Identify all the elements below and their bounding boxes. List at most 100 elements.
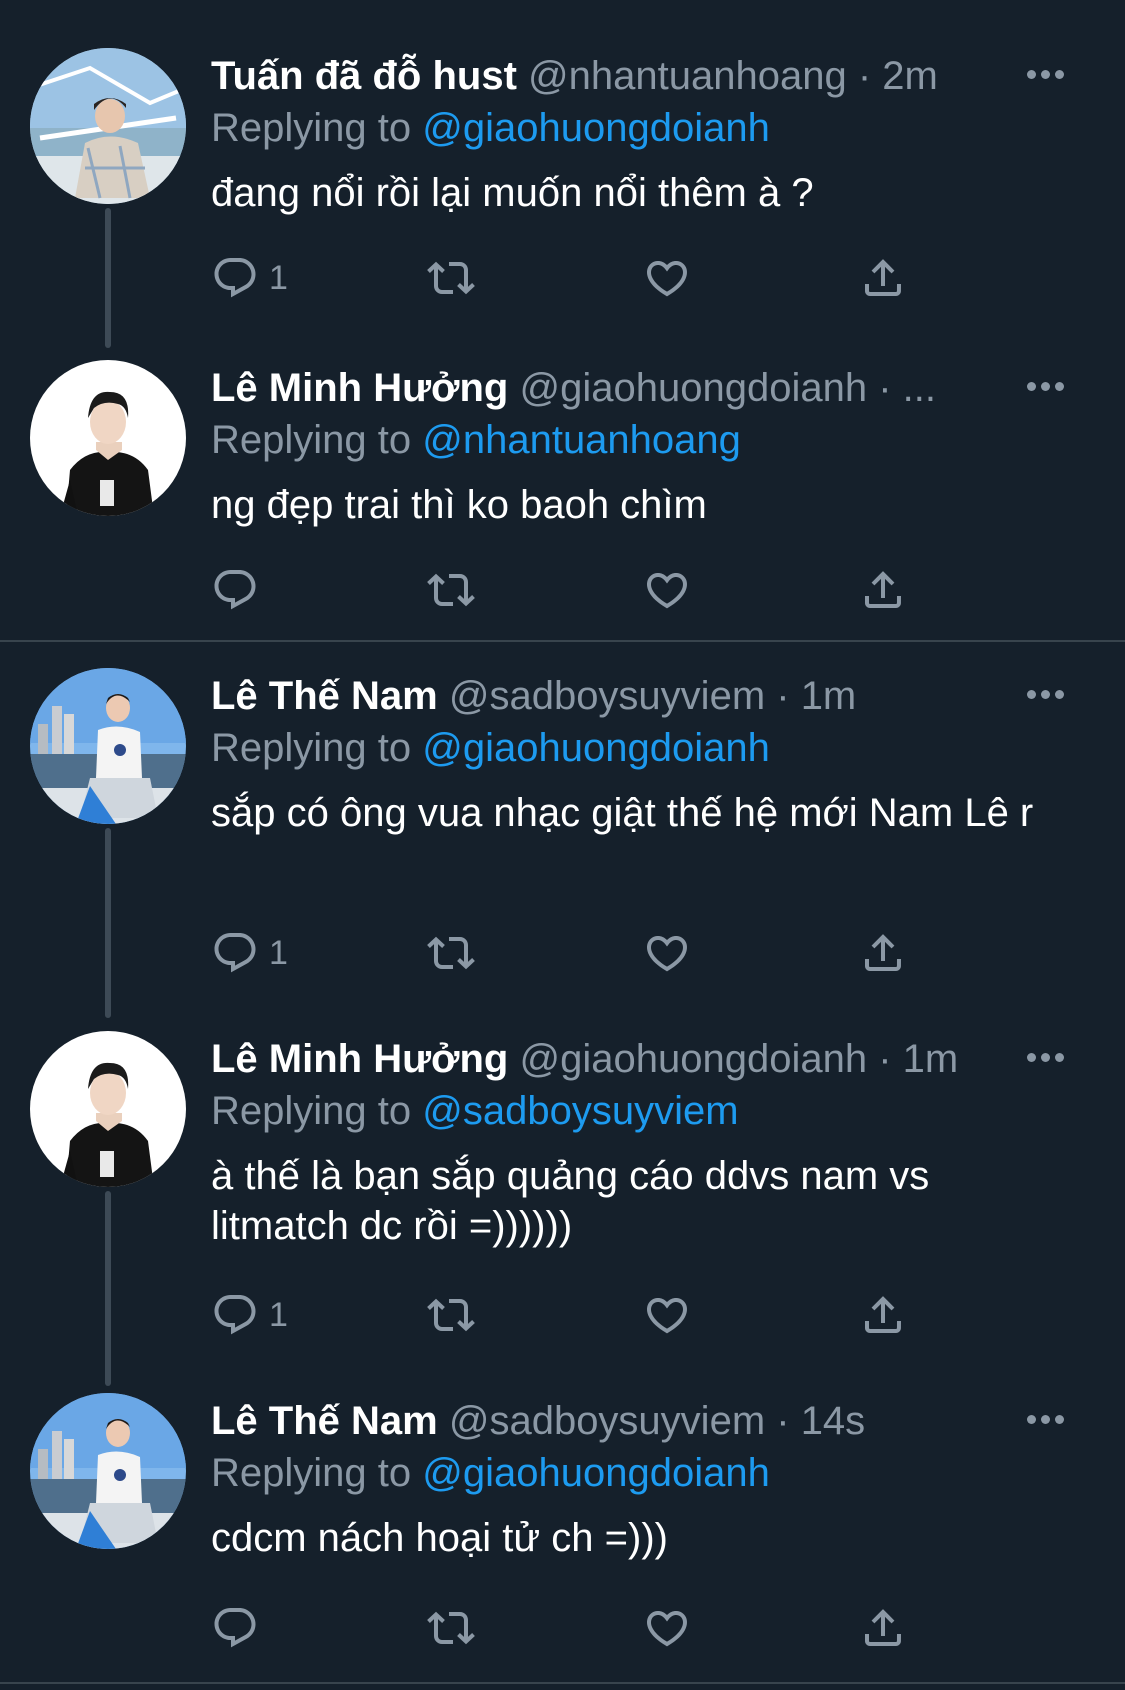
- display-name[interactable]: Lê Thế Nam: [211, 674, 438, 718]
- retweet-button[interactable]: [427, 1285, 475, 1345]
- bottom-separator: [0, 1682, 1125, 1684]
- user-handle[interactable]: @nhantuanhoang: [528, 54, 847, 98]
- tweet[interactable]: Lê Thế Nam @sadboysuyviem · 14s Replying…: [0, 1393, 1125, 1683]
- display-name[interactable]: Lê Thế Nam: [211, 1399, 438, 1443]
- action-bar: [0, 1598, 1125, 1658]
- like-button[interactable]: [643, 560, 691, 620]
- separator-dot: ·: [867, 1037, 903, 1081]
- tweet-text: cdcm nách hoại tử ch =))): [211, 1516, 668, 1560]
- more-icon[interactable]: [1020, 1031, 1070, 1083]
- share-icon: [859, 1604, 907, 1652]
- reply-count: 1: [269, 1295, 288, 1334]
- reply-button[interactable]: 1: [211, 248, 288, 308]
- retweet-icon: [427, 929, 475, 977]
- reply-count: 1: [269, 933, 288, 972]
- replying-to-line: Replying to @giaohuongdoianh: [211, 102, 770, 154]
- user-handle[interactable]: @giaohuongdoianh: [520, 1037, 868, 1081]
- tweet[interactable]: Lê Minh Hưởng @giaohuongdoianh · 1m Repl…: [0, 1031, 1125, 1386]
- replying-to-label: Replying to: [211, 1451, 423, 1495]
- replying-to-label: Replying to: [211, 418, 423, 462]
- like-button[interactable]: [643, 1598, 691, 1658]
- user-handle[interactable]: @sadboysuyviem: [449, 1399, 765, 1443]
- reply-button[interactable]: [211, 1598, 269, 1658]
- avatar[interactable]: [30, 360, 186, 516]
- retweet-icon: [427, 566, 475, 614]
- separator-dot: ·: [765, 1399, 801, 1443]
- mention-link[interactable]: @giaohuongdoianh: [422, 1451, 770, 1495]
- tweet[interactable]: Lê Minh Hưởng @giaohuongdoianh · ... Rep…: [0, 360, 1125, 630]
- avatar[interactable]: [30, 48, 186, 204]
- display-name[interactable]: Lê Minh Hưởng: [211, 1037, 508, 1081]
- retweet-button[interactable]: [427, 923, 475, 983]
- separator-dot: ·: [846, 54, 883, 98]
- action-bar: 1: [0, 923, 1125, 983]
- timestamp[interactable]: 1m: [801, 674, 857, 718]
- tweet-header: Tuấn đã đỗ hust @nhantuanhoang · 2m: [211, 50, 975, 102]
- like-icon: [643, 929, 691, 977]
- like-icon: [643, 566, 691, 614]
- replying-to-line: Replying to @giaohuongdoianh: [211, 1447, 770, 1499]
- replying-to-label: Replying to: [211, 726, 423, 770]
- share-button[interactable]: [859, 1285, 907, 1345]
- action-bar: 1: [0, 1285, 1125, 1345]
- retweet-button[interactable]: [427, 560, 475, 620]
- more-icon[interactable]: [1020, 668, 1070, 720]
- display-name[interactable]: Lê Minh Hưởng: [211, 366, 508, 410]
- replying-to-line: Replying to @giaohuongdoianh: [211, 722, 770, 774]
- more-icon[interactable]: [1020, 360, 1070, 412]
- share-icon: [859, 566, 907, 614]
- conversation-separator: [0, 640, 1125, 642]
- tweet[interactable]: Tuấn đã đỗ hust @nhantuanhoang · 2m Repl…: [0, 48, 1125, 348]
- share-button[interactable]: [859, 1598, 907, 1658]
- share-icon: [859, 1291, 907, 1339]
- tweet-text: à thế là bạn sắp quảng cáo ddvs nam vs l…: [211, 1154, 930, 1248]
- retweet-button[interactable]: [427, 248, 475, 308]
- reply-icon: [211, 1291, 259, 1339]
- like-button[interactable]: [643, 1285, 691, 1345]
- tweet-header: Lê Minh Hưởng @giaohuongdoianh · 1m: [211, 1033, 975, 1085]
- tweet-text: đang nổi rồi lại muốn nổi thêm à ?: [211, 171, 814, 215]
- retweet-icon: [427, 1604, 475, 1652]
- share-icon: [859, 929, 907, 977]
- avatar[interactable]: [30, 1393, 186, 1549]
- tweet-text: ng đẹp trai thì ko baoh chìm: [211, 483, 707, 527]
- avatar[interactable]: [30, 668, 186, 824]
- mention-link[interactable]: @nhantuanhoang: [422, 418, 741, 462]
- reply-button[interactable]: 1: [211, 1285, 288, 1345]
- timestamp[interactable]: 14s: [801, 1399, 866, 1443]
- user-handle[interactable]: @sadboysuyviem: [449, 674, 765, 718]
- display-name[interactable]: Tuấn đã đỗ hust: [211, 54, 517, 98]
- tweet-text: sắp có ông vua nhạc giật thế hệ mới Nam …: [211, 791, 1034, 835]
- mention-link[interactable]: @giaohuongdoianh: [422, 726, 770, 770]
- like-button[interactable]: [643, 923, 691, 983]
- share-icon: [859, 254, 907, 302]
- share-button[interactable]: [859, 560, 907, 620]
- like-icon: [643, 1604, 691, 1652]
- like-icon: [643, 1291, 691, 1339]
- share-button[interactable]: [859, 248, 907, 308]
- tweet-header: Lê Thế Nam @sadboysuyviem · 1m: [211, 670, 975, 722]
- user-handle[interactable]: @giaohuongdoianh: [520, 366, 868, 410]
- more-icon[interactable]: [1020, 1393, 1070, 1445]
- timestamp[interactable]: 1m: [903, 1037, 959, 1081]
- avatar[interactable]: [30, 1031, 186, 1187]
- tweet-header: Lê Minh Hưởng @giaohuongdoianh · ...: [211, 362, 975, 414]
- reply-icon: [211, 1604, 259, 1652]
- timestamp[interactable]: 2m: [882, 54, 938, 98]
- replying-to-line: Replying to @nhantuanhoang: [211, 414, 741, 466]
- like-button[interactable]: [643, 248, 691, 308]
- reply-icon: [211, 254, 259, 302]
- action-bar: 1: [0, 248, 1125, 308]
- more-icon[interactable]: [1020, 48, 1070, 100]
- reply-button[interactable]: 1: [211, 923, 288, 983]
- mention-link[interactable]: @sadboysuyviem: [422, 1089, 738, 1133]
- separator-dot: · ...: [867, 366, 936, 410]
- retweet-button[interactable]: [427, 1598, 475, 1658]
- reply-button[interactable]: [211, 560, 269, 620]
- share-button[interactable]: [859, 923, 907, 983]
- tweet[interactable]: Lê Thế Nam @sadboysuyviem · 1m Replying …: [0, 668, 1125, 1018]
- mention-link[interactable]: @giaohuongdoianh: [422, 106, 770, 150]
- retweet-icon: [427, 1291, 475, 1339]
- separator-dot: ·: [765, 674, 801, 718]
- reply-count: 1: [269, 258, 288, 297]
